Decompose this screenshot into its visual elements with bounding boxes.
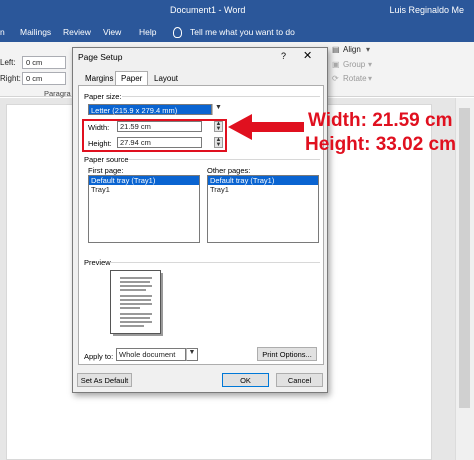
title-bar: Document1 - Word Luis Reginaldo Me (0, 0, 474, 22)
list-item[interactable]: Tray1 (89, 185, 199, 194)
paper-size-label: Paper size: (84, 92, 122, 101)
align-icon: ▤ (332, 45, 340, 54)
indent-left-label: Left: (0, 58, 16, 67)
divider (110, 262, 320, 263)
user-name[interactable]: Luis Reginaldo Me (389, 5, 464, 15)
chevron-down-icon[interactable]: ▼ (212, 104, 224, 115)
first-page-label: First page: (88, 166, 124, 175)
lightbulb-icon (173, 27, 182, 38)
chevron-down-icon: ▾ (366, 45, 371, 54)
group-button[interactable]: Group (343, 60, 365, 69)
preview-label: Preview (84, 258, 111, 267)
rotate-icon: ⟳ (332, 74, 339, 83)
other-pages-list[interactable]: Default tray (Tray1) Tray1 (207, 175, 319, 243)
indent-right-label: Right: (0, 74, 21, 83)
red-arrow-icon (228, 114, 304, 140)
align-button[interactable]: Align (343, 45, 361, 54)
group-icon: ▣ (332, 60, 340, 69)
paragraph-group-label: Paragra (44, 89, 71, 98)
help-icon[interactable]: ? (281, 51, 286, 61)
page-preview-thumbnail (110, 270, 163, 336)
divider (122, 96, 320, 97)
ok-button[interactable]: OK (222, 373, 269, 387)
list-item[interactable]: Default tray (Tray1) (208, 176, 318, 185)
dialog-title: Page Setup (78, 52, 123, 62)
document-title: Document1 - Word (170, 5, 246, 15)
indent-left-field[interactable]: 0 cm (22, 56, 66, 69)
apply-to-label: Apply to: (84, 352, 114, 361)
highlight-box (82, 119, 227, 152)
annotation-width: Width: 21.59 cm (308, 110, 453, 131)
cancel-button[interactable]: Cancel (276, 373, 323, 387)
chevron-down-icon: ▾ (368, 74, 373, 83)
set-as-default-button[interactable]: Set As Default (77, 373, 132, 387)
paper-size-select[interactable]: Letter (215.9 x 279.4 mm) (88, 104, 212, 115)
apply-to-select[interactable]: Whole document (116, 348, 186, 361)
print-options-button[interactable]: Print Options... (257, 347, 317, 361)
indent-right-field[interactable]: 0 cm (22, 72, 66, 85)
scrollbar-thumb[interactable] (459, 108, 470, 408)
paper-source-label: Paper source (84, 155, 129, 164)
close-icon[interactable]: ✕ (303, 49, 312, 62)
list-item[interactable]: Default tray (Tray1) (89, 176, 199, 185)
other-pages-label: Other pages: (207, 166, 251, 175)
tab-paper[interactable]: Paper (115, 71, 149, 86)
list-item[interactable]: Tray1 (208, 185, 318, 194)
annotation-height: Height: 33.02 cm (305, 134, 456, 155)
chevron-down-icon[interactable]: ▼ (186, 348, 198, 361)
tell-me-search[interactable]: Tell me what you want to do (190, 27, 295, 37)
chevron-down-icon: ▾ (368, 60, 373, 69)
tab-view[interactable]: View (103, 27, 121, 37)
ribbon-tab-bar: n Mailings Review View Help Tell me what… (0, 22, 474, 42)
tab-review[interactable]: Review (63, 27, 91, 37)
tab-layout[interactable]: Layout (149, 72, 183, 86)
tab-mailings[interactable]: Mailings (20, 27, 51, 37)
rotate-button[interactable]: Rotate (343, 74, 367, 83)
first-page-list[interactable]: Default tray (Tray1) Tray1 (88, 175, 200, 243)
tab-help[interactable]: Help (139, 27, 156, 37)
tab-margins[interactable]: Margins (80, 72, 118, 86)
tab-layout-partial[interactable]: n (0, 27, 5, 37)
divider (128, 159, 320, 160)
